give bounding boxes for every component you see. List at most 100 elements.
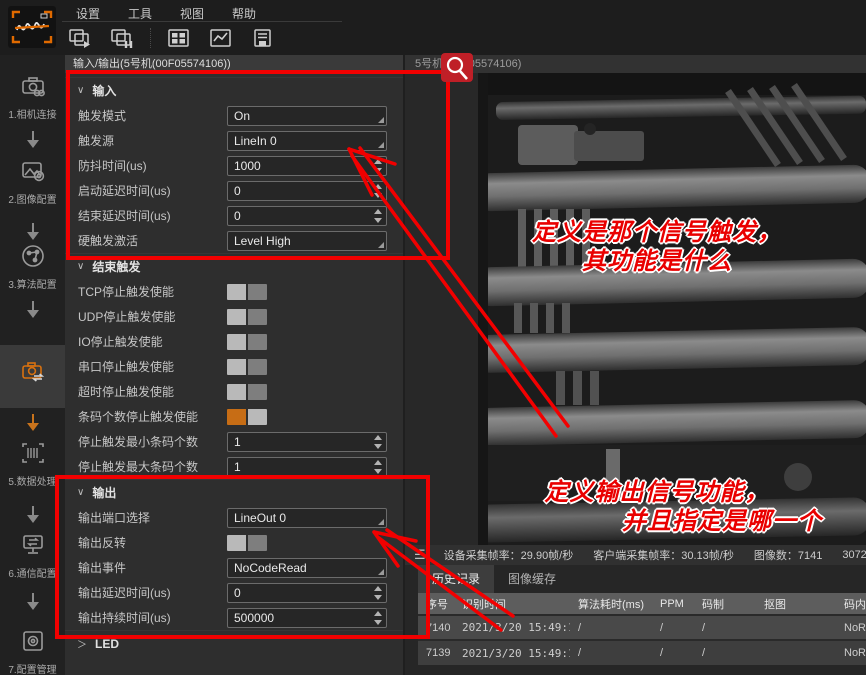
field-label: 输出端口选择 [65, 509, 227, 526]
dropdown-0-0[interactable]: On [227, 106, 387, 126]
dropdown-0-5[interactable]: Level High [227, 231, 387, 251]
toggle-1-5[interactable] [227, 409, 267, 425]
spin-up-icon[interactable] [374, 586, 382, 591]
annotation-trigger-note: 定义是那个信号触发，其功能是什么 [474, 218, 840, 276]
spin-down-icon[interactable] [374, 193, 382, 198]
spin-up-icon[interactable] [374, 611, 382, 616]
camera-image-area[interactable] [405, 73, 866, 545]
spin-up-icon[interactable] [374, 460, 382, 465]
spin-down-icon[interactable] [374, 218, 382, 223]
sidebar-item-1[interactable]: 1.相机连接 [0, 73, 65, 121]
toggle-1-3[interactable] [227, 359, 267, 375]
spin-up-icon[interactable] [374, 435, 382, 440]
form-row: 触发源LineIn 0 [65, 128, 403, 153]
annotation-line: 定义输出信号功能， [474, 478, 840, 507]
spin-down-icon[interactable] [374, 595, 382, 600]
spinner-buttons[interactable] [372, 459, 384, 475]
toggle-track [248, 535, 267, 551]
sidebar-item-6[interactable]: 6.通信配置 [0, 532, 65, 580]
field-label: 防抖时间(us) [65, 157, 227, 174]
spinner-0-4[interactable]: 0 [227, 206, 387, 226]
form-row: 输出反转 [65, 530, 403, 555]
spinner-2-3[interactable]: 0 [227, 583, 387, 603]
spinner-0-3[interactable]: 0 [227, 181, 387, 201]
menu-item-3[interactable]: 帮助 [218, 2, 270, 21]
sidebar-item-4[interactable] [0, 345, 65, 408]
toggle-knob [227, 284, 246, 300]
toolbar-divider [150, 28, 151, 48]
section-header-1[interactable]: ∨结束触发 [65, 253, 403, 279]
sidebar-item-2[interactable]: 2.图像配置 [0, 158, 65, 206]
table-cell [756, 615, 836, 640]
spinner-1-7[interactable]: 1 [227, 457, 387, 477]
spinner-0-2[interactable]: 1000 [227, 156, 387, 176]
spin-up-icon[interactable] [374, 159, 382, 164]
table-row[interactable]: 71392021/3/20 15:49:19:544///NoRead [418, 640, 866, 665]
spin-down-icon[interactable] [374, 620, 382, 625]
tab-image-cache[interactable]: 图像缓存 [494, 565, 570, 593]
toggle-knob [227, 334, 246, 350]
sidebar-item-5[interactable]: 5.数据处理 [0, 440, 65, 488]
menu-item-0[interactable]: 设置 [62, 2, 114, 21]
hamburger-icon[interactable]: ☰ [405, 547, 434, 563]
layout-grid-button[interactable] [165, 26, 193, 50]
section-header-3[interactable]: ＞LED [65, 630, 403, 656]
menu-item-1[interactable]: 工具 [114, 2, 166, 21]
dropdown-2-0[interactable]: LineOut 0 [227, 508, 387, 528]
table-column-header: PPM [652, 593, 694, 615]
save-button[interactable] [249, 26, 277, 50]
history-table[interactable]: 序号识别时间算法耗时(ms)PPM码制抠图码内容 71402021/3/20 1… [418, 593, 866, 665]
field-label: 启动延迟时间(us) [65, 182, 227, 199]
stop-acquisition-button[interactable] [108, 26, 136, 50]
image-config-icon [20, 158, 46, 184]
form-row: 条码个数停止触发使能 [65, 404, 403, 429]
section-header-0[interactable]: ∨输入 [65, 77, 403, 103]
spin-down-icon[interactable] [374, 168, 382, 173]
spin-up-icon[interactable] [374, 209, 382, 214]
spin-down-icon[interactable] [374, 469, 382, 474]
sidebar-item-label: 2.图像配置 [0, 191, 65, 206]
toggle-1-4[interactable] [227, 384, 267, 400]
spin-up-icon[interactable] [374, 184, 382, 189]
start-acquisition-button[interactable] [66, 26, 94, 50]
status-segment-2: 图像数：7141 [744, 547, 832, 563]
dropdown-0-1[interactable]: LineIn 0 [227, 131, 387, 151]
sidebar-item-label: 5.数据处理 [0, 473, 65, 488]
table-row[interactable]: 71402021/3/20 15:49:19:574///NoRead [418, 615, 866, 640]
sidebar-item-label: 1.相机连接 [0, 106, 65, 121]
toggle-1-2[interactable] [227, 334, 267, 350]
field-label: 输出事件 [65, 559, 227, 576]
toggle-1-1[interactable] [227, 309, 267, 325]
statistics-icon [209, 28, 233, 49]
table-cell: 2021/3/20 15:49:19:544 [454, 640, 570, 665]
menu-item-2[interactable]: 视图 [166, 2, 218, 21]
toggle-1-0[interactable] [227, 284, 267, 300]
tab-history[interactable]: 历史记录 [418, 565, 494, 593]
dropdown-grip-icon [378, 142, 384, 148]
section-header-2[interactable]: ∨输出 [65, 479, 403, 505]
top-bar: 设置工具视图帮助 [0, 0, 866, 55]
annotation-line: 并且指定是哪一个 [539, 507, 866, 536]
toggle-2-1[interactable] [227, 535, 267, 551]
spinner-buttons[interactable] [372, 610, 384, 626]
spinner-buttons[interactable] [372, 585, 384, 601]
form-row: 停止触发最大条码个数1 [65, 454, 403, 479]
sidebar-item-7[interactable]: 7.配置管理 [0, 628, 65, 675]
statistics-button[interactable] [207, 26, 235, 50]
spinner-2-4[interactable]: 500000 [227, 608, 387, 628]
spinner-buttons[interactable] [372, 183, 384, 199]
spinner-1-6[interactable]: 1 [227, 432, 387, 452]
dropdown-2-2[interactable]: NoCodeRead [227, 558, 387, 578]
field-label: 输出持续时间(us) [65, 609, 227, 626]
communication-icon [20, 532, 46, 558]
table-cell: NoRead [836, 615, 866, 640]
spinner-buttons[interactable] [372, 208, 384, 224]
table-cell: / [694, 615, 756, 640]
menu-separator [62, 21, 342, 22]
spin-down-icon[interactable] [374, 444, 382, 449]
spinner-buttons[interactable] [372, 158, 384, 174]
toggle-track [248, 284, 267, 300]
spinner-buttons[interactable] [372, 434, 384, 450]
sidebar-item-3[interactable]: 3.算法配置 [0, 243, 65, 291]
field-label: 触发模式 [65, 107, 227, 124]
